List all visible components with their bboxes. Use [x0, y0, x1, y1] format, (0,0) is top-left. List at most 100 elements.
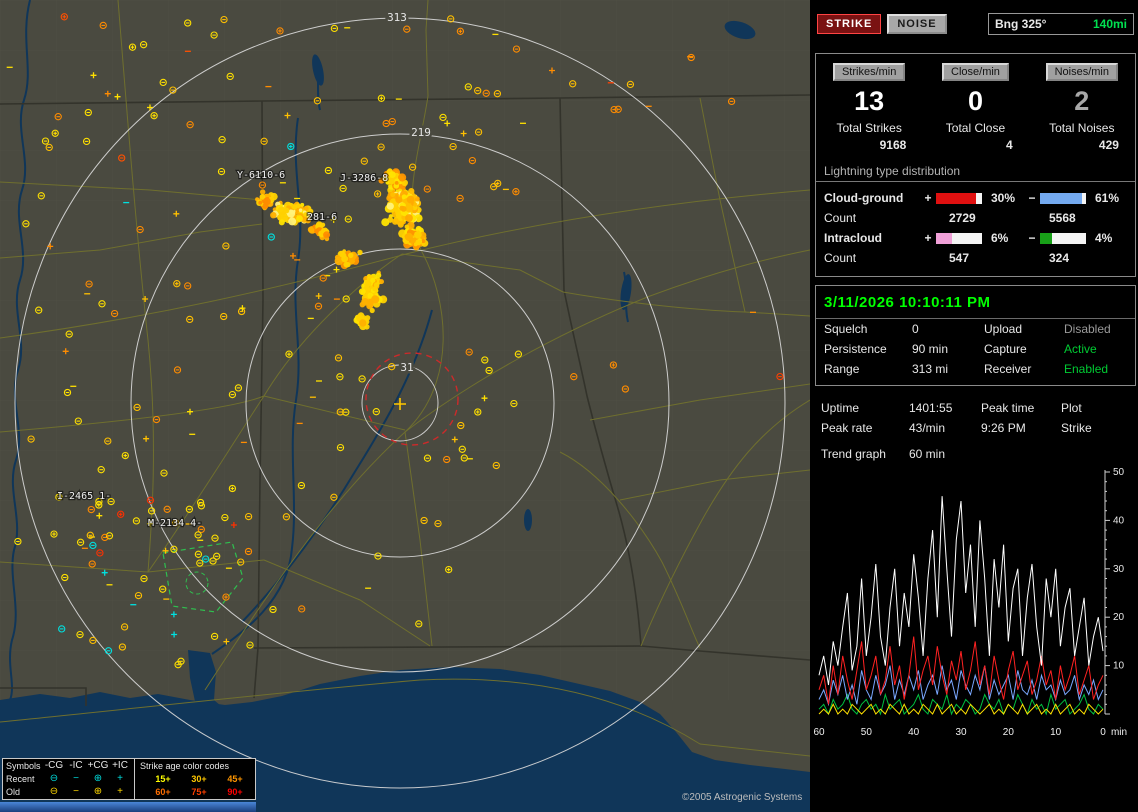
legend-symbols-title: Symbols	[3, 761, 43, 771]
legend-age-section: Strike age color codes 15+30+45+ 60+75+9…	[135, 759, 255, 799]
age-code: 30+	[181, 774, 217, 784]
bearing-range-display: Bng 325° 140mi	[988, 13, 1134, 35]
cg-minus-count: 5568	[1020, 211, 1135, 225]
age-code: 90+	[217, 787, 253, 797]
noise-toggle-button[interactable]: NOISE	[887, 14, 946, 34]
neg-ic-old-icon: −	[65, 786, 87, 797]
trend-graph-label: Trend graph	[821, 447, 909, 461]
bearing-value: Bng 325°	[995, 17, 1046, 31]
svg-text:Y-6110-6: Y-6110-6	[237, 170, 285, 181]
peak-time-label: Peak time	[981, 401, 1061, 415]
noises-per-min-value: 2	[1029, 86, 1135, 119]
peak-rate-label: Peak rate	[821, 421, 909, 435]
status-row: Range 313 mi Receiver Enabled	[816, 359, 1135, 379]
peak-time-value: 9:26 PM	[981, 421, 1061, 435]
uptime-value: 1401:55	[909, 401, 981, 415]
intracloud-row: Intracloud + 6% − 4%	[816, 228, 1135, 248]
svg-text:40: 40	[1113, 515, 1125, 526]
status-row: Persistence 90 min Capture Active	[816, 339, 1135, 359]
legend-col-pos-ic: +IC	[109, 760, 131, 771]
pos-cg-recent-icon: ⊕	[87, 773, 109, 784]
trend-graph-canvas: 5040302010	[815, 468, 1137, 724]
plot-label: Plot	[1061, 401, 1138, 415]
plus-sign: +	[920, 191, 936, 205]
pos-ic-old-icon: +	[109, 786, 131, 797]
plus-sign: +	[920, 231, 936, 245]
svg-text:I-2465 1-: I-2465 1-	[57, 491, 111, 502]
strike-toggle-button[interactable]: STRIKE	[817, 14, 881, 34]
total-strikes-label: Total Strikes	[816, 121, 922, 135]
stats-row: Peak rate 43/min 9:26 PM Strike	[813, 418, 1138, 438]
legend-recent-age-codes: 15+30+45+	[135, 772, 255, 785]
cg-plus-bar	[936, 193, 982, 204]
cg-minus-bar	[1040, 193, 1086, 204]
trend-x-axis: 6050403020100min	[815, 727, 1138, 741]
distribution-title: Lightning type distribution	[816, 152, 1135, 182]
svg-text:30: 30	[1113, 564, 1125, 575]
legend-col-neg-cg: -CG	[43, 760, 65, 771]
svg-text:M-2134 4-: M-2134 4-	[148, 518, 202, 529]
legend-age-title: Strike age color codes	[135, 759, 255, 772]
minus-sign: −	[1024, 231, 1040, 245]
capture-label: Capture	[984, 342, 1064, 356]
datetime-display: 3/11/2026 10:10:11 PM	[816, 286, 1135, 319]
noises-column: Noises/min 2 Total Noises 429	[1029, 63, 1135, 152]
upload-label: Upload	[984, 322, 1064, 336]
copyright-text: ©2005 Astrogenic Systems	[682, 792, 802, 803]
neg-cg-old-icon: ⊖	[43, 786, 65, 797]
total-strikes-value: 9168	[816, 138, 922, 152]
stats-row: Uptime 1401:55 Peak time Plot	[813, 398, 1138, 418]
legend-col-pos-cg: +CG	[87, 760, 109, 771]
cloud-ground-row: Cloud-ground + 30% − 61%	[816, 188, 1135, 208]
cg-count-label: Count	[824, 211, 920, 225]
cg-minus-percent: 61%	[1090, 191, 1135, 205]
plot-value: Strike	[1061, 421, 1138, 435]
map-canvas[interactable]: Y-6110-6J-3286-8281-6I-2465 1-M-2134 4-3…	[0, 0, 810, 812]
capture-status: Active	[1064, 342, 1135, 356]
svg-text:219: 219	[411, 126, 431, 139]
svg-text:20: 20	[1113, 612, 1125, 623]
cg-plus-bar-fill	[936, 193, 976, 204]
close-per-min-header[interactable]: Close/min	[942, 63, 1009, 81]
persistence-value: 90 min	[912, 342, 984, 356]
squelch-label: Squelch	[824, 322, 912, 336]
peak-rate-value: 43/min	[909, 421, 981, 435]
ic-minus-bar-fill	[1040, 233, 1052, 244]
rates-panel: Strikes/min 13 Total Strikes 9168 Close/…	[815, 53, 1136, 277]
legend-old-label: Old	[3, 787, 43, 797]
range-to-storm-value: 140mi	[1093, 17, 1127, 31]
age-code: 60+	[145, 787, 181, 797]
total-close-label: Total Close	[922, 121, 1028, 135]
total-close-value: 4	[922, 138, 1028, 152]
svg-text:31: 31	[400, 361, 413, 374]
age-code: 15+	[145, 774, 181, 784]
receiver-status: Enabled	[1064, 362, 1135, 376]
ic-plus-bar	[936, 233, 982, 244]
legend-symbols-section: Symbols -CG -IC +CG +IC Recent ⊖ − ⊕ + O…	[3, 759, 135, 799]
lightning-map[interactable]: Y-6110-6J-3286-8281-6I-2465 1-M-2134 4-3…	[0, 0, 810, 812]
svg-text:313: 313	[387, 11, 407, 24]
trend-row: Trend graph 60 min	[813, 444, 1138, 464]
cg-plus-percent: 30%	[986, 191, 1024, 205]
ic-minus-percent: 4%	[1090, 231, 1135, 245]
x-tick: 30	[955, 727, 966, 738]
range-value: 313 mi	[912, 362, 984, 376]
persistence-label: Persistence	[824, 342, 912, 356]
svg-text:50: 50	[1113, 468, 1125, 478]
strikes-per-min-header[interactable]: Strikes/min	[833, 63, 905, 81]
noises-per-min-header[interactable]: Noises/min	[1046, 63, 1118, 81]
legend-recent-label: Recent	[3, 774, 43, 784]
ic-count-row: Count 547 324	[816, 248, 1135, 268]
range-label: Range	[824, 362, 912, 376]
upload-status: Disabled	[1064, 322, 1135, 336]
cg-count-row: Count 2729 5568	[816, 208, 1135, 228]
close-column: Close/min 0 Total Close 4	[922, 63, 1028, 152]
legend-old-age-codes: 60+75+90+	[135, 785, 255, 798]
uptime-label: Uptime	[821, 401, 909, 415]
svg-text:281-6: 281-6	[307, 212, 337, 223]
x-tick: 40	[908, 727, 919, 738]
close-per-min-value: 0	[922, 86, 1028, 119]
neg-ic-recent-icon: −	[65, 773, 87, 784]
status-panel: 3/11/2026 10:10:11 PM Squelch 0 Upload D…	[815, 285, 1136, 386]
pos-cg-old-icon: ⊕	[87, 786, 109, 797]
